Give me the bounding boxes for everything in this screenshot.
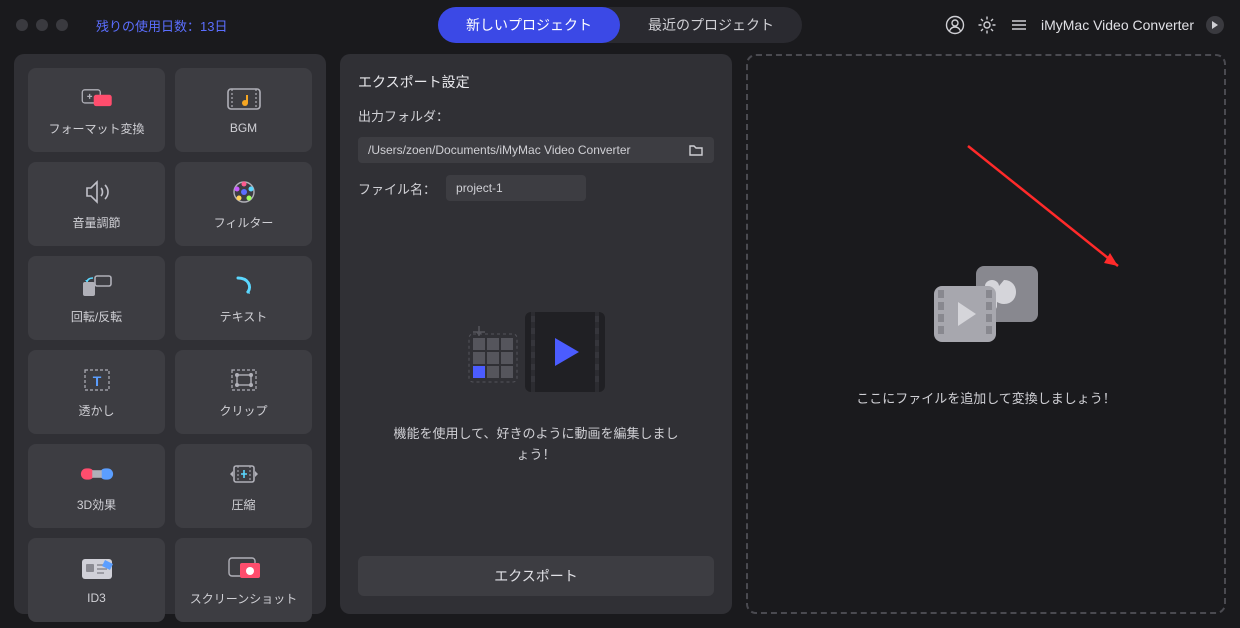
tool-bgm[interactable]: BGM [175,68,312,152]
bgm-icon [226,85,262,113]
tool-label: スクリーンショット [190,590,297,607]
edit-video-illustration [461,304,611,404]
browse-folder-icon[interactable] [688,143,704,157]
tool-label: 3D効果 [77,496,116,513]
dropzone-message: ここにファイルを追加して変換しましょう！ [856,388,1116,407]
app-name: iMyMac Video Converter [1041,17,1194,33]
rotate-icon [79,272,115,300]
text-icon [226,272,262,300]
export-button[interactable]: エクスポート [358,556,714,596]
zoom-window[interactable] [56,19,68,31]
tool-label: テキスト [220,308,268,325]
tool-volume[interactable]: 音量調節 [28,162,165,246]
window-controls [16,19,68,31]
tool-text[interactable]: テキスト [175,256,312,340]
tool-label: 透かし [78,402,114,419]
close-window[interactable] [16,19,28,31]
settings-icon[interactable] [977,15,997,35]
output-folder-label: 出力フォルダ： [358,106,449,125]
export-panel: エクスポート設定 出力フォルダ： /Users/zoen/Documents/i… [340,54,732,614]
file-dropzone[interactable]: ここにファイルを追加して変換しましょう！ [746,54,1226,614]
tool-label: フォーマット変換 [48,120,144,137]
export-settings-header: エクスポート設定 [358,72,714,92]
3d-effect-icon [79,460,115,488]
clip-icon [226,366,262,394]
titlebar: 残りの使用日数：13日 新しいプロジェクト 最近のプロジェクト iMyMac V… [0,0,1240,50]
tool-watermark[interactable]: T 透かし [28,350,165,434]
center-message: 機能を使用して、好きのように動画を編集しましょう！ [358,424,714,466]
minimize-window[interactable] [36,19,48,31]
output-folder-path: /Users/zoen/Documents/iMyMac Video Conve… [368,143,682,157]
tool-label: ID3 [87,591,106,605]
tool-rotate[interactable]: 回転/反転 [28,256,165,340]
tool-screenshot[interactable]: スクリーンショット [175,538,312,622]
output-folder-field[interactable]: /Users/zoen/Documents/iMyMac Video Conve… [358,137,714,163]
tool-label: 圧縮 [231,496,255,513]
tool-id3[interactable]: ID3 [28,538,165,622]
svg-text:T: T [92,373,101,389]
tool-label: BGM [230,121,257,135]
watermark-icon: T [79,366,115,394]
filter-icon [226,178,262,206]
project-tabs: 新しいプロジェクト 最近のプロジェクト [438,7,802,43]
screenshot-icon [226,554,262,582]
volume-icon [79,178,115,206]
tool-compress[interactable]: 圧縮 [175,444,312,528]
tool-format-convert[interactable]: フォーマット変換 [28,68,165,152]
center-illustration: 機能を使用して、好きのように動画を編集しましょう！ [358,213,714,556]
tool-label: クリップ [219,402,267,419]
filename-input[interactable] [446,175,586,201]
arrow-annotation [958,136,1158,296]
id3-icon [79,555,115,583]
format-convert-icon [79,84,115,112]
tab-new-project[interactable]: 新しいプロジェクト [438,7,620,43]
tool-3d-effect[interactable]: 3D効果 [28,444,165,528]
account-icon[interactable] [945,15,965,35]
tool-label: 回転/反転 [71,308,122,325]
filename-label: ファイル名： [358,179,436,198]
trial-days-remaining: 残りの使用日数：13日 [96,16,227,35]
tools-sidebar: フォーマット変換 BGM 音量調節 フィルター 回転/反転 [14,54,326,614]
tool-clip[interactable]: クリップ [175,350,312,434]
menu-icon[interactable] [1009,15,1029,35]
app-play-icon [1206,16,1224,34]
tool-label: フィルター [214,214,274,231]
tab-recent-project[interactable]: 最近のプロジェクト [620,7,802,43]
tool-label: 音量調節 [72,214,120,231]
compress-icon [226,460,262,488]
tool-filter[interactable]: フィルター [175,162,312,246]
